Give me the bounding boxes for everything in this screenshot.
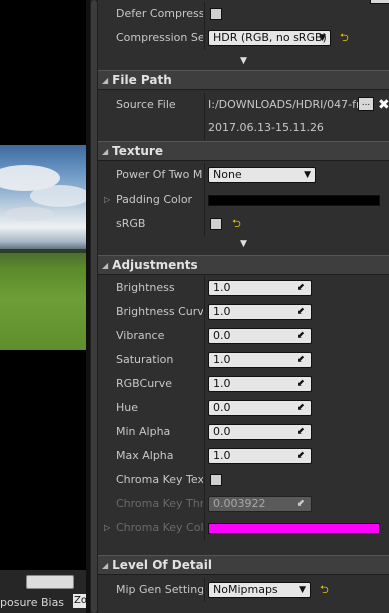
advanced-expand-icon[interactable]: ▼	[98, 55, 389, 67]
min-alpha-row: Min Alpha 0.0 ⬋	[98, 420, 389, 444]
chevron-down-icon: ▼	[319, 33, 326, 43]
drag-spin-icon[interactable]: ⬋	[297, 282, 305, 294]
chevron-down-icon: ▼	[304, 170, 311, 180]
viewport-toolbar: posure Bias Zo 0	[0, 570, 86, 613]
chroma-key-color-label: Chroma Key Colo	[116, 521, 203, 534]
mip-gen-settings-row: Mip Gen Settings NoMipmaps ▼ ⮌	[98, 578, 389, 602]
collapse-triangle-icon: ◢	[102, 147, 109, 156]
power-of-two-label: Power Of Two Mo	[116, 168, 203, 181]
saturation-input[interactable]: 1.0 ⬋	[208, 352, 312, 368]
defer-compression-row: Defer Compressic	[98, 2, 389, 26]
max-alpha-input[interactable]: 1.0 ⬋	[208, 448, 312, 464]
level-of-detail-category[interactable]: ◢ Level Of Detail	[98, 555, 389, 575]
max-alpha-label: Max Alpha	[116, 449, 174, 462]
compression-settings-dropdown[interactable]: HDR (RGB, no sRGB) ▼	[208, 30, 331, 46]
rgbcurve-input[interactable]: 1.0 ⬋	[208, 376, 312, 392]
chroma-key-threshold-label: Chroma Key Thre	[116, 497, 203, 510]
browse-button[interactable]: ...	[358, 97, 374, 111]
brightness-curve-input[interactable]: 1.0 ⬋	[208, 304, 312, 320]
srgb-label: sRGB	[116, 217, 146, 230]
reset-to-default-icon[interactable]: ⮌	[340, 26, 349, 50]
drag-spin-icon[interactable]: ⬋	[297, 426, 305, 438]
exposure-bias-label: posure Bias	[0, 596, 65, 609]
mip-gen-settings-label: Mip Gen Settings	[116, 583, 203, 596]
compression-settings-row: Compression Sett HDR (RGB, no sRGB) ▼ ⮌	[98, 26, 389, 50]
chroma-key-color-swatch[interactable]	[208, 523, 380, 534]
collapse-triangle-icon: ◢	[102, 76, 109, 85]
padding-color-label: Padding Color	[116, 193, 193, 206]
hue-label: Hue	[116, 401, 139, 414]
vibrance-row: Vibrance 0.0 ⬋	[98, 324, 389, 348]
defer-compression-checkbox[interactable]	[210, 8, 222, 20]
max-alpha-row: Max Alpha 1.0 ⬋	[98, 444, 389, 468]
srgb-row: sRGB ⮌	[98, 212, 389, 236]
power-of-two-row: Power Of Two Mo None ▼	[98, 163, 389, 187]
min-alpha-input[interactable]: 0.0 ⬋	[208, 424, 312, 440]
brightness-row: Brightness 1.0 ⬋	[98, 276, 389, 300]
defer-compression-label: Defer Compressic	[116, 7, 203, 20]
saturation-row: Saturation 1.0 ⬋	[98, 348, 389, 372]
viewport-horizontal-scrollbar[interactable]	[26, 575, 74, 589]
source-file-row: Source File I:/DOWNLOADS/HDRI/047-fre ..…	[98, 93, 389, 117]
chroma-key-threshold-row: Chroma Key Thre 0.003922 ⬋	[98, 492, 389, 516]
hue-row: Hue 0.0 ⬋	[98, 396, 389, 420]
chroma-key-threshold-input: 0.003922 ⬋	[208, 496, 312, 512]
vibrance-label: Vibrance	[116, 329, 165, 342]
chroma-key-color-row: ▷ Chroma Key Colo	[98, 516, 389, 540]
close-icon[interactable]: ✖	[378, 93, 389, 117]
file-path-category[interactable]: ◢ File Path	[98, 70, 389, 90]
chroma-key-texture-checkbox[interactable]	[210, 474, 222, 486]
drag-spin-icon[interactable]: ⬋	[297, 450, 305, 462]
details-scrollbar[interactable]	[90, 0, 98, 613]
drag-spin-icon[interactable]: ⬋	[297, 354, 305, 366]
rgbcurve-label: RGBCurve	[116, 377, 172, 390]
brightness-curve-label: Brightness Curve	[116, 305, 203, 318]
brightness-curve-row: Brightness Curve 1.0 ⬋	[98, 300, 389, 324]
min-alpha-label: Min Alpha	[116, 425, 171, 438]
chroma-key-texture-label: Chroma Key Text	[116, 473, 203, 486]
advanced-expand-icon[interactable]: ▼	[98, 238, 389, 250]
power-of-two-dropdown[interactable]: None ▼	[208, 167, 316, 183]
expand-arrow-icon[interactable]: ▷	[104, 516, 110, 540]
reset-to-default-icon[interactable]: ⮌	[320, 578, 329, 602]
chroma-key-texture-row: Chroma Key Text	[98, 468, 389, 492]
brightness-input[interactable]: 1.0 ⬋	[208, 280, 312, 296]
compression-settings-label: Compression Sett	[116, 31, 203, 44]
source-file-path: I:/DOWNLOADS/HDRI/047-fre	[208, 98, 358, 111]
drag-spin-icon[interactable]: ⬋	[297, 306, 305, 318]
source-file-label: Source File	[116, 98, 176, 111]
collapse-triangle-icon: ◢	[102, 261, 109, 270]
chevron-down-icon: ▼	[299, 585, 306, 595]
drag-spin-icon: ⬋	[296, 498, 305, 509]
padding-color-row: ▷ Padding Color	[98, 188, 389, 212]
brightness-label: Brightness	[116, 281, 175, 294]
texture-viewport: posure Bias Zo 0	[0, 0, 86, 613]
drag-spin-icon[interactable]: ⬋	[297, 378, 305, 390]
mip-gen-settings-dropdown[interactable]: NoMipmaps ▼	[208, 582, 311, 598]
adjustments-category[interactable]: ◢ Adjustments	[98, 255, 389, 275]
hdri-preview-image	[0, 145, 86, 350]
drag-spin-icon[interactable]: ⬋	[297, 402, 305, 414]
hue-input[interactable]: 0.0 ⬋	[208, 400, 312, 416]
zoom-field[interactable]: Zo 0	[73, 594, 86, 608]
source-file-timestamp: 2017.06.13-15.11.26	[208, 121, 324, 134]
vibrance-input[interactable]: 0.0 ⬋	[208, 328, 312, 344]
collapse-triangle-icon: ◢	[102, 561, 109, 570]
rgbcurve-row: RGBCurve 1.0 ⬋	[98, 372, 389, 396]
details-scrollbar-thumb[interactable]	[91, 0, 97, 613]
saturation-label: Saturation	[116, 353, 174, 366]
padding-color-swatch[interactable]	[208, 195, 380, 206]
drag-spin-icon[interactable]: ⬋	[297, 330, 305, 342]
source-file-timestamp-row: 2017.06.13-15.11.26	[98, 116, 389, 140]
expand-arrow-icon[interactable]: ▷	[104, 188, 110, 212]
srgb-checkbox[interactable]	[210, 218, 222, 230]
texture-category[interactable]: ◢ Texture	[98, 141, 389, 161]
reset-to-default-icon[interactable]: ⮌	[232, 212, 241, 236]
details-panel: Defer Compressic Compression Sett HDR (R…	[98, 0, 389, 613]
